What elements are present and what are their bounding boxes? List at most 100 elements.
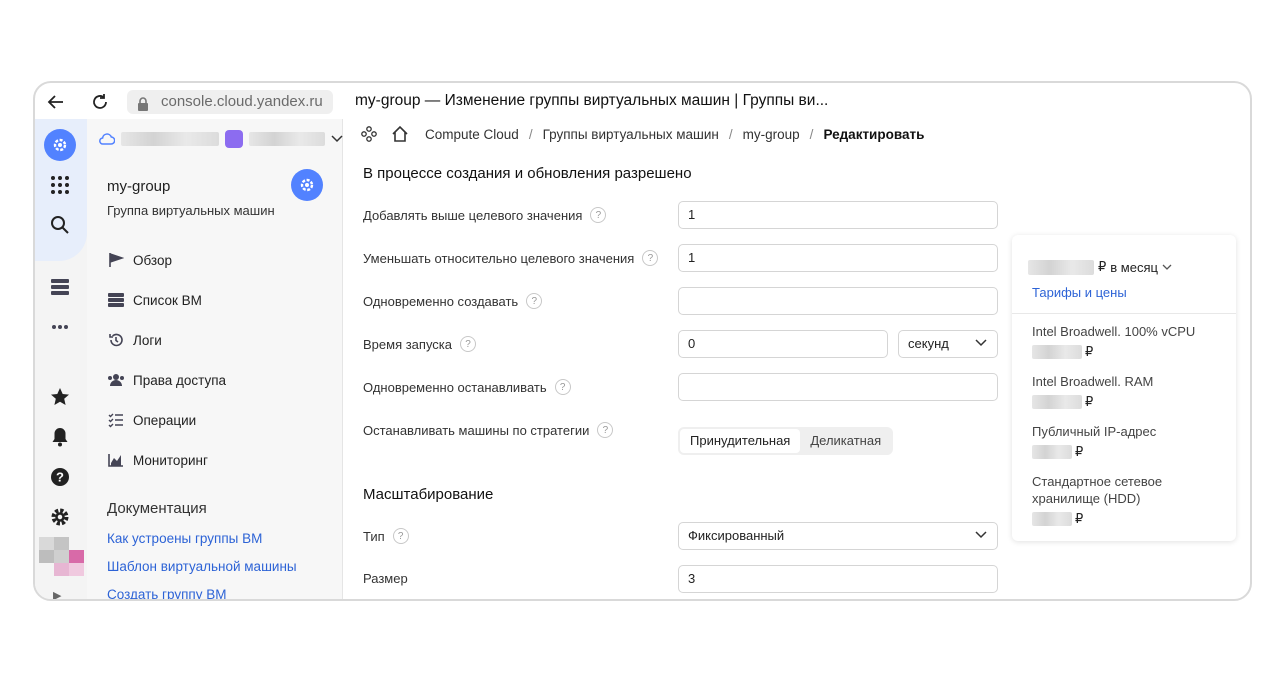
scaling-type-value: Фиксированный xyxy=(688,528,785,543)
sidebar-item-operations[interactable]: Операции xyxy=(107,409,196,431)
sidebar-item-label: Логи xyxy=(133,332,162,348)
field-label: Тип ? xyxy=(363,528,409,544)
max-creating-input[interactable] xyxy=(678,287,998,315)
strategy-option-proactive[interactable]: Принудительная xyxy=(680,429,801,453)
search-icon[interactable] xyxy=(48,213,72,237)
sidebar-item-monitoring[interactable]: Мониторинг xyxy=(107,449,208,471)
price-redacted xyxy=(1032,444,1072,459)
group-size-input[interactable]: 3 xyxy=(678,565,998,593)
compute-service-icon[interactable] xyxy=(44,129,76,161)
url-text: console.cloud.yandex.ru xyxy=(161,93,323,110)
field-label: Останавливать машины по стратегии ? xyxy=(363,422,614,438)
users-icon xyxy=(107,371,125,389)
apps-grid-icon[interactable] xyxy=(48,173,72,197)
price-item-label: Intel Broadwell. RAM xyxy=(1032,374,1154,389)
service-sidebar: my-group Группа виртуальных машин Обзор … xyxy=(87,119,343,599)
pricing-link[interactable]: Тарифы и цены xyxy=(1032,285,1127,300)
currency-symbol: ₽ xyxy=(1085,394,1094,409)
field-label: Одновременно создавать ? xyxy=(363,293,543,309)
bell-icon[interactable] xyxy=(48,425,72,449)
total-price[interactable]: ₽ в месяц xyxy=(1028,259,1172,275)
time-unit-select[interactable]: секунд xyxy=(898,330,998,358)
home-icon[interactable] xyxy=(391,125,409,143)
help-tooltip-icon[interactable]: ? xyxy=(460,336,477,352)
price-period: в месяц xyxy=(1110,259,1158,275)
currency-symbol: ₽ xyxy=(1075,444,1084,459)
doc-link[interactable]: Создать группу ВМ xyxy=(107,587,226,599)
currency-symbol: ₽ xyxy=(1085,344,1094,359)
price-item-label: Intel Broadwell. 100% vCPU xyxy=(1032,324,1196,339)
currency-symbol: ₽ xyxy=(1075,511,1084,526)
price-redacted xyxy=(1032,394,1082,409)
doc-link[interactable]: Как устроены группы ВМ xyxy=(107,531,262,546)
browser-window: console.cloud.yandex.ru my-group — Измен… xyxy=(33,81,1252,601)
section-title-allowed: В процессе создания и обновления разреше… xyxy=(363,165,692,182)
lock-icon xyxy=(137,95,149,119)
max-deleting-input[interactable] xyxy=(678,373,998,401)
sidebar-item-logs[interactable]: Логи xyxy=(107,329,162,351)
avatar[interactable] xyxy=(39,537,84,577)
field-label: Уменьшать относительно целевого значения… xyxy=(363,250,659,266)
edit-form: В процессе создания и обновления разреше… xyxy=(345,153,1005,599)
price-item: Публичный IP-адрес ₽ xyxy=(1032,423,1156,460)
help-tooltip-icon[interactable]: ? xyxy=(392,528,409,544)
startup-duration-input[interactable]: 0 xyxy=(678,330,888,358)
help-tooltip-icon[interactable]: ? xyxy=(642,250,659,266)
doc-link[interactable]: Шаблон виртуальной машины xyxy=(107,559,297,574)
max-unavailable-input[interactable]: 1 xyxy=(678,244,998,272)
help-tooltip-icon[interactable]: ? xyxy=(597,422,614,438)
price-item: Intel Broadwell. 100% vCPU ₽ xyxy=(1032,323,1195,360)
field-label-text: Одновременно создавать xyxy=(363,293,519,309)
sidebar-item-label: Мониторинг xyxy=(133,452,208,468)
price-redacted xyxy=(1032,511,1072,526)
services-icon[interactable] xyxy=(361,126,377,142)
price-item: Intel Broadwell. RAM ₽ xyxy=(1032,373,1153,410)
more-icon[interactable] xyxy=(48,315,72,339)
field-label-text: Останавливать машины по стратегии xyxy=(363,422,590,438)
sidebar-item-overview[interactable]: Обзор xyxy=(107,249,172,271)
sidebar-item-label: Список ВМ xyxy=(133,292,202,308)
field-label: Одновременно останавливать ? xyxy=(363,379,571,395)
field-label: Размер xyxy=(363,571,408,586)
chevron-down-icon xyxy=(1162,264,1172,270)
resources-icon[interactable] xyxy=(48,275,72,299)
breadcrumb-item[interactable]: my-group xyxy=(743,127,800,142)
field-label-text: Время запуска xyxy=(363,336,453,352)
checklist-icon xyxy=(107,411,125,429)
address-bar[interactable]: console.cloud.yandex.ru xyxy=(127,90,333,114)
cloud-name-redacted xyxy=(121,132,219,146)
sidebar-item-label: Обзор xyxy=(133,252,172,268)
scaling-type-select[interactable]: Фиксированный xyxy=(678,522,998,550)
strategy-option-opportunistic[interactable]: Деликатная xyxy=(800,429,891,453)
price-item-label: Стандартное сетевое хранилище (HDD) xyxy=(1032,474,1163,506)
folder-switcher[interactable] xyxy=(99,130,343,148)
chevron-down-icon xyxy=(975,531,987,539)
field-label-text: Размер xyxy=(363,571,408,586)
browser-toolbar: console.cloud.yandex.ru my-group — Измен… xyxy=(35,83,1250,119)
star-icon[interactable] xyxy=(48,385,72,409)
sidebar-item-vm-list[interactable]: Список ВМ xyxy=(107,289,202,311)
help-tooltip-icon[interactable]: ? xyxy=(590,207,607,223)
section-title-scaling: Масштабирование xyxy=(363,486,494,503)
expand-rail-icon[interactable]: ▶ xyxy=(53,589,61,599)
back-arrow-icon[interactable] xyxy=(45,91,67,113)
card-divider xyxy=(1012,313,1236,314)
help-icon[interactable]: ? xyxy=(48,465,72,489)
help-tooltip-icon[interactable]: ? xyxy=(554,379,571,395)
folder-name-redacted xyxy=(249,132,325,146)
sidebar-item-access[interactable]: Права доступа xyxy=(107,369,226,391)
help-tooltip-icon[interactable]: ? xyxy=(526,293,543,309)
currency-symbol: ₽ xyxy=(1098,259,1107,274)
settings-gear-icon[interactable] xyxy=(48,505,72,529)
server-list-icon xyxy=(107,291,125,309)
reload-icon[interactable] xyxy=(89,91,111,113)
breadcrumb-item[interactable]: Compute Cloud xyxy=(425,127,519,142)
price-item: Стандартное сетевое хранилище (HDD) ₽ xyxy=(1032,473,1212,527)
max-expansion-input[interactable]: 1 xyxy=(678,201,998,229)
breadcrumb-item[interactable]: Группы виртуальных машин xyxy=(543,127,719,142)
flag-icon xyxy=(107,251,125,269)
price-card: ₽ в месяц Тарифы и цены Intel Broadwell.… xyxy=(1012,235,1236,541)
field-label: Добавлять выше целевого значения ? xyxy=(363,207,607,223)
svg-text:?: ? xyxy=(56,470,64,485)
chevron-down-icon xyxy=(331,135,343,143)
